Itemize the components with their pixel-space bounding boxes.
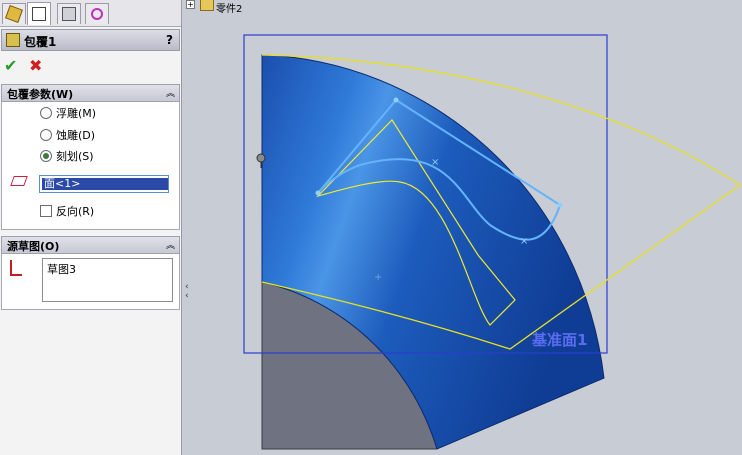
source-sketch-list[interactable]: 草图3 [42, 258, 173, 302]
plane-label: 基准面1 [531, 331, 587, 349]
expand-icon[interactable]: + [186, 0, 195, 9]
radio-deboss-label: 蚀雕(D) [56, 129, 96, 142]
manager-tabs [0, 0, 181, 27]
sketch-point [557, 202, 563, 208]
radio-button[interactable] [40, 150, 52, 162]
checkbox[interactable] [40, 205, 52, 217]
sketch-point [393, 97, 399, 103]
radio-scribe-label: 刻划(S) [56, 150, 94, 163]
tab-feature-manager[interactable] [2, 3, 26, 24]
configuration-manager-icon [62, 7, 76, 21]
sketch-point-mark: × [431, 157, 439, 168]
collapse-icon[interactable]: ︽ [166, 86, 175, 99]
chevron-left-icon: ‹ [185, 291, 189, 301]
tab-property-manager[interactable] [27, 2, 51, 25]
wrap-feature-icon [6, 33, 20, 47]
part-label[interactable]: 零件2 [216, 0, 242, 15]
sketch-point [315, 190, 321, 196]
sketch-list-item[interactable]: 草图3 [47, 261, 76, 277]
feature-title: 包覆1 [24, 35, 57, 49]
help-button[interactable]: ? [166, 33, 173, 47]
feature-manager-icon [5, 5, 23, 23]
panel-splitter[interactable]: ‹ ‹ [182, 282, 192, 304]
close-icon: ✖ [29, 56, 43, 75]
collapse-icon[interactable]: ︽ [166, 238, 175, 251]
source-sketch-header[interactable]: 源草图(O) ︽ [1, 236, 180, 254]
radio-deboss[interactable]: 蚀雕(D) [40, 127, 95, 143]
reverse-checkbox[interactable]: 反向(R) [40, 203, 94, 219]
tab-dimxpert[interactable] [85, 3, 109, 24]
face-selection-icon [10, 176, 28, 186]
dimxpert-icon [91, 8, 103, 20]
sketch-icon [10, 260, 22, 276]
feature-tree-fragment: + 零件2 [186, 0, 246, 15]
radio-scribe[interactable]: 刻划(S) [40, 148, 94, 164]
property-manager-icon [32, 7, 46, 21]
source-sketch-title: 源草图(O) [7, 240, 60, 253]
radio-emboss-label: 浮雕(M) [56, 107, 97, 120]
property-manager-panel: 包覆1 ? ✔ ✖ 包覆参数(W) ︽ 浮雕(M) 蚀雕(D) 刻划(S) 反向… [0, 0, 182, 455]
wrap-params-title: 包覆参数(W) [7, 88, 74, 101]
sketch-point-mark: × [520, 236, 528, 247]
part-icon [200, 0, 214, 11]
radio-button[interactable] [40, 129, 52, 141]
ok-button[interactable]: ✔ [4, 56, 17, 75]
wrap-params-header[interactable]: 包覆参数(W) ︽ [1, 84, 180, 102]
cancel-button[interactable]: ✖ [29, 56, 42, 75]
feature-titlebar: 包覆1 ? [1, 29, 180, 51]
face-selection-value: 面<1> [42, 178, 168, 190]
checkmark-icon: ✔ [4, 56, 18, 75]
face-selection-field[interactable]: 面<1> [39, 175, 169, 193]
reverse-label: 反向(R) [56, 205, 95, 218]
radio-button[interactable] [40, 107, 52, 119]
origin-mark: + [374, 272, 382, 283]
radio-emboss[interactable]: 浮雕(M) [40, 105, 96, 121]
tab-configuration-manager[interactable] [57, 3, 81, 24]
wrap-params-body: 浮雕(M) 蚀雕(D) 刻划(S) 反向(R) [1, 102, 180, 230]
